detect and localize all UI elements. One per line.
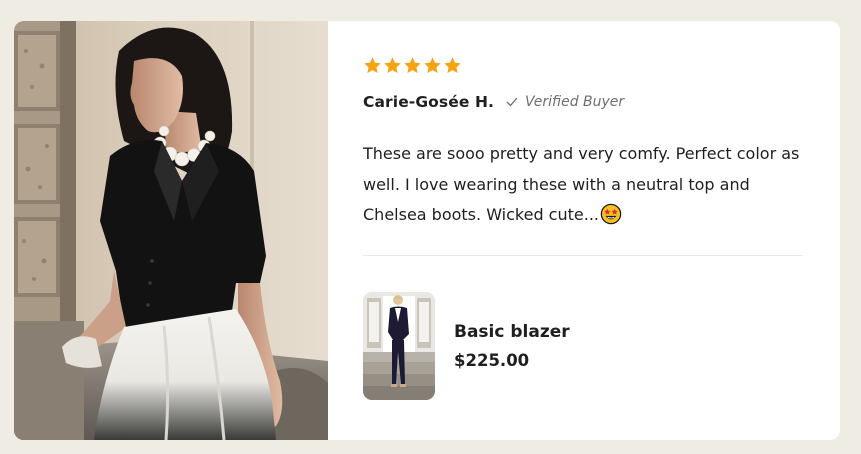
star-icon: [444, 57, 461, 73]
product-thumbnail[interactable]: [363, 292, 435, 400]
star-struck-emoji-icon: [600, 203, 622, 225]
star-icon: [424, 57, 441, 73]
product-name[interactable]: Basic blazer: [454, 322, 570, 342]
reviewer-row: Carie-Gosée H. Verified Buyer: [363, 93, 624, 111]
review-text: These are sooo pretty and very comfy. Pe…: [363, 144, 800, 224]
model-photo-image: [14, 21, 328, 440]
verified-label: Verified Buyer: [525, 94, 625, 110]
verified-badge: Verified Buyer: [506, 94, 624, 110]
product-thumbnail-image: [363, 292, 435, 400]
review-photo[interactable]: [14, 21, 328, 440]
product-link[interactable]: Basic blazer $225.00: [363, 292, 570, 400]
star-rating: [363, 56, 462, 75]
star-icon: [404, 57, 421, 73]
review-content: Carie-Gosée H. Verified Buyer These are …: [328, 21, 840, 440]
checkmark-icon: [506, 97, 518, 107]
divider: [363, 255, 803, 256]
product-info: Basic blazer $225.00: [454, 322, 570, 370]
product-price: $225.00: [454, 351, 530, 370]
review-text-block: These are sooo pretty and very comfy. Pe…: [363, 139, 808, 231]
star-icon: [384, 57, 401, 73]
review-card: Carie-Gosée H. Verified Buyer These are …: [14, 21, 840, 440]
reviewer-name: Carie-Gosée H.: [363, 93, 495, 111]
star-icon: [364, 57, 381, 73]
